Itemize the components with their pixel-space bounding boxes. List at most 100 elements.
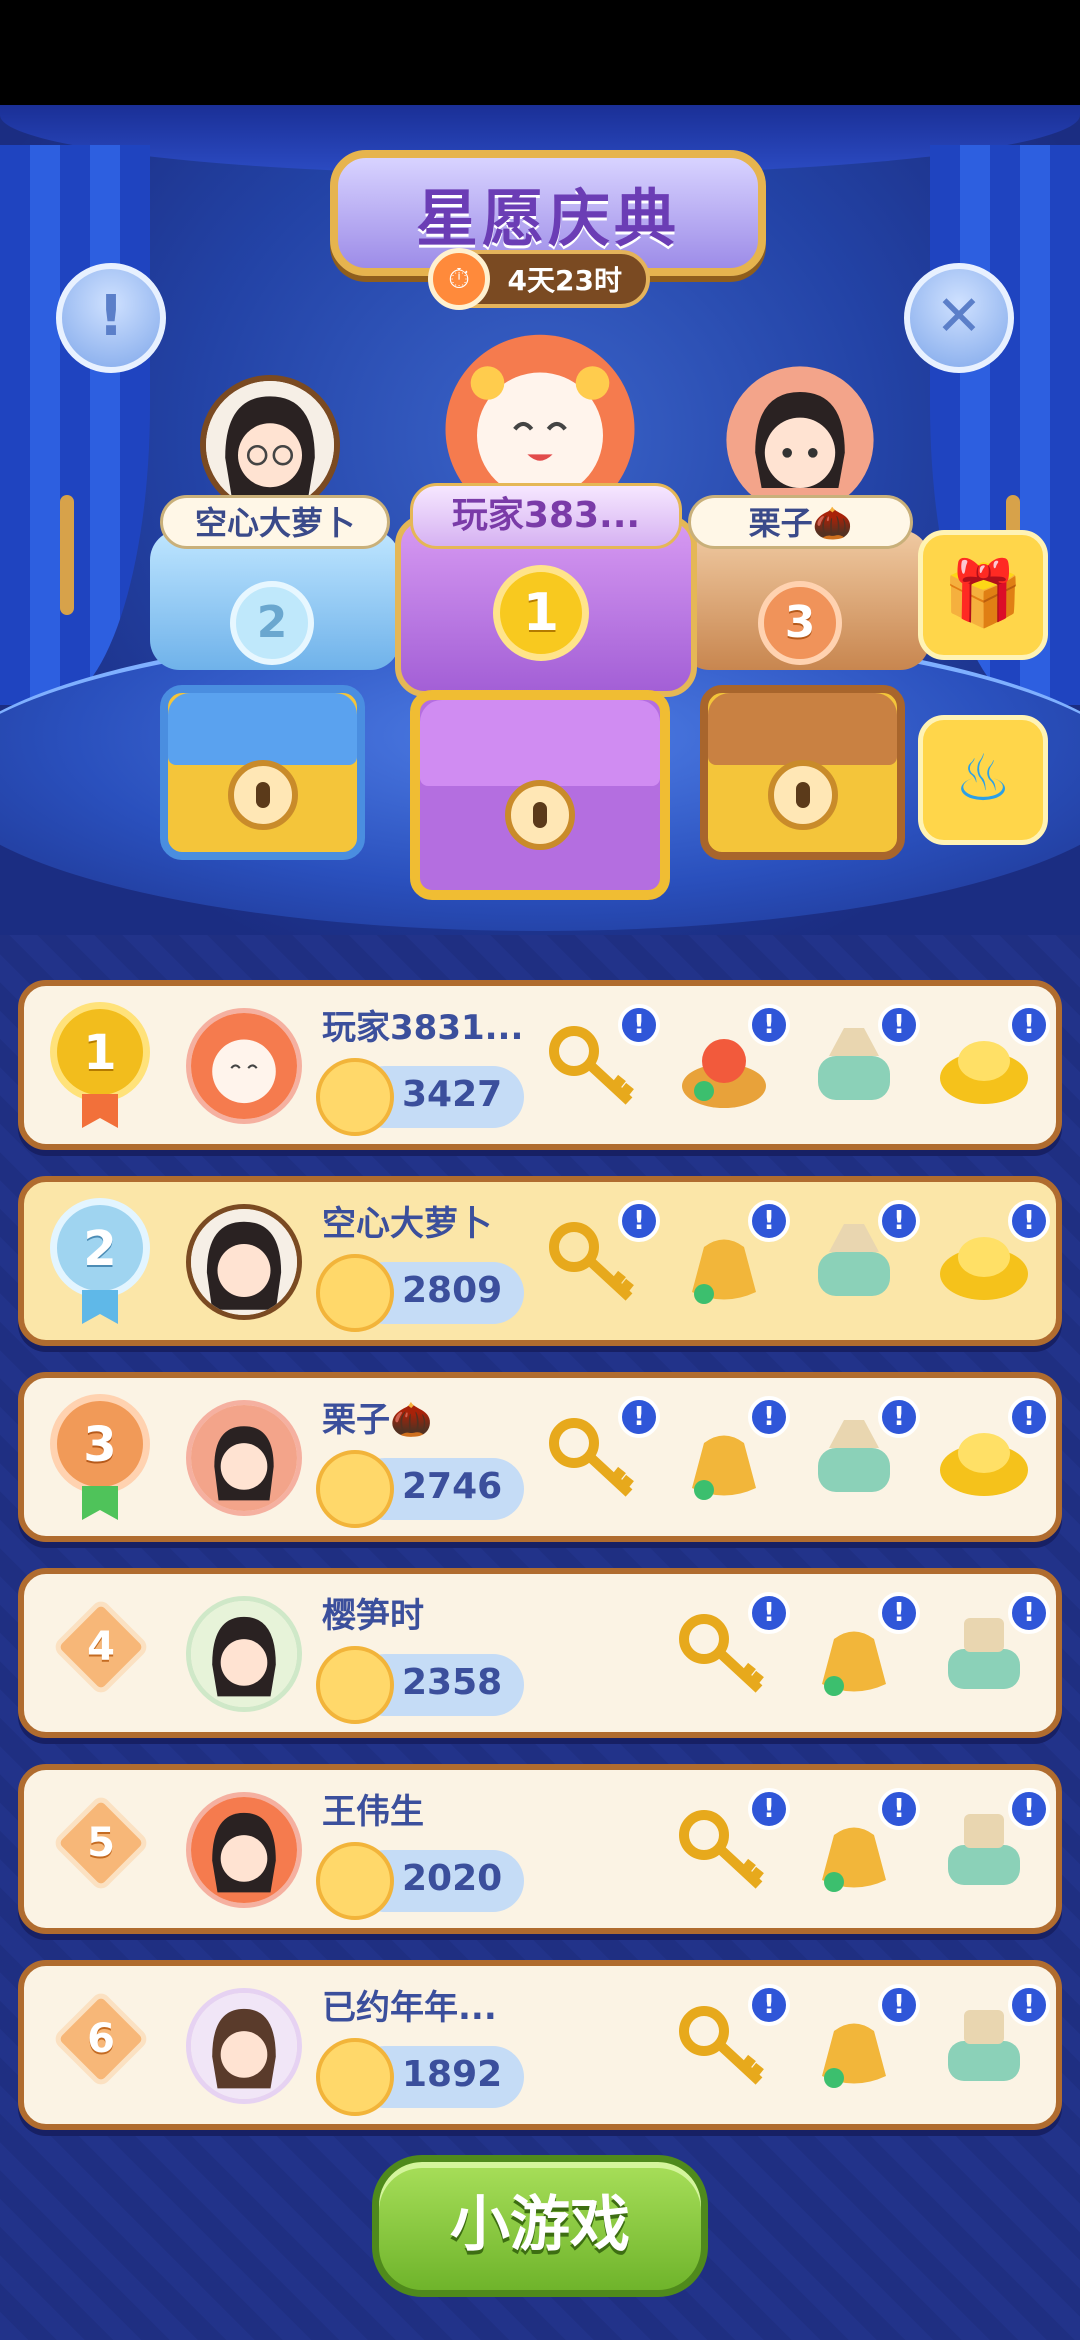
podium-name-2: 空心大萝卜 (160, 495, 390, 549)
rank-medal-gold: 1 (50, 1002, 150, 1102)
ribbon-icon (82, 1486, 118, 1520)
golden-key-icon[interactable]: ! (674, 1788, 790, 1900)
alert-icon: ! (618, 1200, 660, 1242)
podium-name-3: 栗子🌰 (688, 495, 913, 549)
ranking-row[interactable]: 1 玩家3831... 3427 ! ! ! ! (18, 980, 1062, 1150)
alert-icon: ! (748, 1592, 790, 1634)
scroll-pot-icon[interactable]: ! (934, 1984, 1050, 2096)
avatar (186, 1792, 302, 1908)
avatar (186, 1204, 302, 1320)
alert-icon: ! (748, 1004, 790, 1046)
avatar (186, 1400, 302, 1516)
golden-key-icon[interactable]: ! (544, 1200, 660, 1312)
ranking-row[interactable]: 4 樱笋时 2358 ! ! ! (18, 1568, 1062, 1738)
score: 2746 (402, 1466, 503, 1507)
gift-button[interactable]: 🎁 (918, 530, 1048, 660)
player-name: 已约年年... (322, 1988, 497, 2028)
alert-icon: ! (1008, 1004, 1050, 1046)
money-bag-icon[interactable]: ! (674, 1200, 790, 1312)
treasure-pile-icon[interactable]: ! (674, 1004, 790, 1116)
ribbon-icon (82, 1094, 118, 1128)
alert-icon: ! (878, 1592, 920, 1634)
flower-icon (316, 1450, 394, 1528)
lock-icon (227, 759, 298, 830)
rank-number: 5 (87, 1820, 115, 1866)
alert-icon: ! (748, 1984, 790, 2026)
gold-ingot-icon[interactable]: ! (934, 1004, 1050, 1116)
jade-pot-icon[interactable]: ! (804, 1396, 920, 1508)
rank-number: 4 (87, 1624, 115, 1670)
score: 1892 (402, 2054, 503, 2095)
tassel-left (60, 495, 74, 615)
podium-stage: 星愿庆典 ⏱ 4天23时 ! ✕ 空心大萝卜 玩家383... 栗子🌰 2 1 … (0, 105, 1080, 935)
avatar (186, 1008, 302, 1124)
golden-key-icon[interactable]: ! (544, 1396, 660, 1508)
alert-icon: ! (1008, 1592, 1050, 1634)
scroll-pot-icon[interactable]: ! (934, 1788, 1050, 1900)
ranking-row[interactable]: 6 已约年年... 1892 ! ! ! (18, 1960, 1062, 2130)
status-bar (0, 0, 1080, 105)
info-icon: ! (98, 284, 124, 349)
alert-icon: ! (1008, 1200, 1050, 1242)
blue-flame-icon: ♨ (954, 742, 1012, 816)
curtain-left (0, 145, 150, 705)
minigame-button[interactable]: 小游戏 (372, 2155, 708, 2297)
jade-pot-icon[interactable]: ! (804, 1004, 920, 1116)
player-name: 空心大萝卜 (322, 1204, 492, 1244)
golden-key-icon[interactable]: ! (674, 1984, 790, 2096)
alert-icon: ! (878, 1788, 920, 1830)
podium-rank-1: 1 (493, 565, 589, 661)
flower-icon (316, 1254, 394, 1332)
ranking-row[interactable]: 2 空心大萝卜 2809 ! ! ! ! (18, 1176, 1062, 1346)
chest-silver[interactable] (160, 685, 365, 860)
gold-ingot-icon[interactable]: ! (934, 1396, 1050, 1508)
jade-pot-icon[interactable]: ! (804, 1200, 920, 1312)
flower-icon (316, 1646, 394, 1724)
rank-number: 6 (87, 2016, 115, 2062)
flower-icon (316, 2038, 394, 2116)
money-bag-icon[interactable]: ! (804, 1984, 920, 2096)
score: 2809 (402, 1270, 503, 1311)
alert-icon: ! (1008, 1984, 1050, 2026)
alert-icon: ! (618, 1396, 660, 1438)
podium-avatar-2[interactable] (200, 375, 340, 515)
chest-gold[interactable] (410, 690, 670, 900)
podium-rank-2: 2 (230, 581, 314, 665)
alert-icon: ! (878, 1200, 920, 1242)
golden-key-icon[interactable]: ! (544, 1004, 660, 1116)
chest-bronze[interactable] (700, 685, 905, 860)
player-name: 樱笋时 (322, 1596, 424, 1636)
score: 2358 (402, 1662, 503, 1703)
podium-name-1: 玩家383... (410, 483, 682, 549)
money-bag-icon[interactable]: ! (804, 1592, 920, 1704)
refresh-fire-button[interactable]: ♨ (918, 715, 1048, 845)
gift-icon: 🎁 (943, 557, 1023, 631)
close-button[interactable]: ✕ (904, 263, 1014, 373)
alert-icon: ! (878, 1984, 920, 2026)
podium-rank-3: 3 (758, 581, 842, 665)
ranking-list: 1 玩家3831... 3427 ! ! ! ! 2 空心大萝卜 2809 ! … (18, 980, 1062, 2156)
ranking-row[interactable]: 5 王伟生 2020 ! ! ! (18, 1764, 1062, 1934)
alert-icon: ! (748, 1788, 790, 1830)
timer-text: 4天23时 (507, 264, 622, 297)
event-title: 星愿庆典 (415, 182, 680, 255)
alert-icon: ! (748, 1396, 790, 1438)
money-bag-icon[interactable]: ! (674, 1396, 790, 1508)
player-name: 王伟生 (322, 1792, 424, 1832)
rank-medal-silver: 2 (50, 1198, 150, 1298)
lock-icon (505, 779, 575, 850)
gold-ingot-icon[interactable]: ! (934, 1200, 1050, 1312)
flower-icon (316, 1842, 394, 1920)
rank-medal-bronze: 3 (50, 1394, 150, 1494)
alert-icon: ! (878, 1004, 920, 1046)
golden-key-icon[interactable]: ! (674, 1592, 790, 1704)
alert-icon: ! (1008, 1396, 1050, 1438)
avatar (186, 1988, 302, 2104)
ranking-row[interactable]: 3 栗子🌰 2746 ! ! ! ! (18, 1372, 1062, 1542)
money-bag-icon[interactable]: ! (804, 1788, 920, 1900)
alert-icon: ! (878, 1396, 920, 1438)
player-name: 玩家3831... (322, 1008, 524, 1048)
alert-icon: ! (748, 1200, 790, 1242)
scroll-pot-icon[interactable]: ! (934, 1592, 1050, 1704)
info-button[interactable]: ! (56, 263, 166, 373)
